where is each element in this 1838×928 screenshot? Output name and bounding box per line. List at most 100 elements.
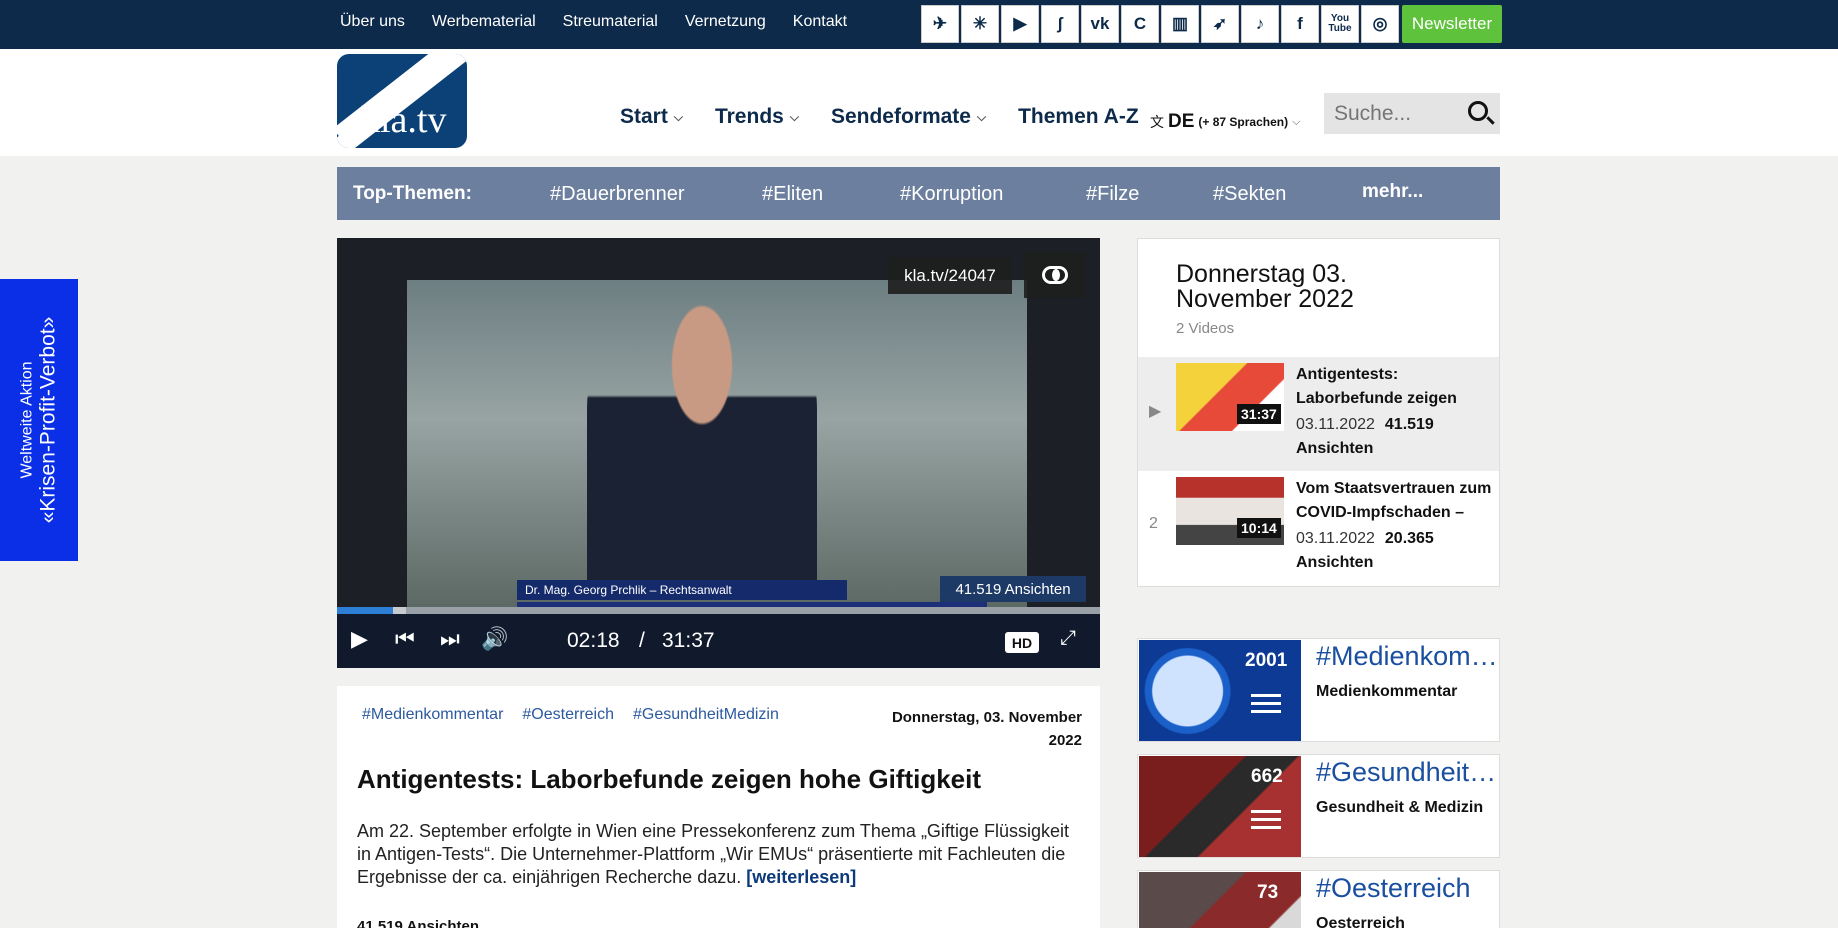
video-progress-fill <box>337 607 393 614</box>
video-player[interactable]: Dr. Mag. Georg Prchlik – Rechtsanwalt An… <box>337 238 1100 668</box>
nav-sendeformate[interactable]: Sendeformate ⌵ <box>831 105 986 129</box>
search-input[interactable] <box>1334 101 1454 126</box>
chevron-down-icon: ⌵ <box>673 109 683 124</box>
category-hashtag[interactable]: #Medienkommentar <box>1316 641 1498 672</box>
top-link-vernetzung[interactable]: Vernetzung <box>685 13 766 31</box>
topic-dauerbrenner[interactable]: #Dauerbrenner <box>550 183 685 206</box>
nav-themen-az-label: Themen A-Z <box>1018 105 1139 128</box>
article: #Medienkommentar #Oesterreich #Gesundhei… <box>337 686 1100 928</box>
playlist-title: Donnerstag 03. November 2022 <box>1176 260 1354 313</box>
tag-medienkommentar[interactable]: #Medienkommentar <box>362 706 503 724</box>
next-icon[interactable]: ⏭ <box>440 628 460 650</box>
category-hashtag[interactable]: #Oesterreich <box>1316 873 1498 904</box>
nav-start[interactable]: Start ⌵ <box>620 105 683 129</box>
article-title: Antigentests: Laborbefunde zeigen hohe G… <box>357 764 982 794</box>
category-card-medienkommentar[interactable]: 2001 #Medienkommentar Medienkommentar <box>1137 638 1500 742</box>
side-banner[interactable]: Weltweite Aktion «Krisen-Profit-Verbot» <box>0 279 78 561</box>
time-separator: / <box>639 629 645 652</box>
video-views-badge: 41.519 Ansichten <box>940 576 1086 602</box>
topic-filze[interactable]: #Filze <box>1086 183 1139 206</box>
library-icon[interactable]: ▥ <box>1161 5 1199 43</box>
language-selector[interactable]: 文 DE (+ 87 Sprachen) ⌵ <box>1150 111 1300 133</box>
video-lower-third-name: Dr. Mag. Georg Prchlik – Rechtsanwalt <box>517 580 847 600</box>
side-banner-text: Weltweite Aktion «Krisen-Profit-Verbot» <box>19 317 60 524</box>
playlist-item[interactable]: 2 10:14 Vom Staatsvertrauen zum COVID-Im… <box>1138 471 1499 585</box>
article-date: Donnerstag, 03. November 2022 <box>891 709 1082 749</box>
search-icon[interactable] <box>1468 101 1488 121</box>
top-link-streumaterial[interactable]: Streumaterial <box>563 13 658 31</box>
vk-icon[interactable]: vk <box>1081 5 1119 43</box>
current-time: 02:18 <box>567 629 620 652</box>
nav-trends[interactable]: Trends ⌵ <box>715 105 799 129</box>
playlist-item-title: Antigentests: Laborbefunde zeigen ho... <box>1296 366 1457 407</box>
side-banner-line1: Weltweite Aktion <box>18 361 36 479</box>
playlist-count: 2 Videos <box>1176 320 1235 337</box>
rss-icon[interactable]: ◎ <box>1361 5 1399 43</box>
category-subtitle: Medienkommentar <box>1316 683 1458 700</box>
topic-more[interactable]: mehr... <box>1362 181 1423 203</box>
category-count: 73 <box>1257 882 1279 903</box>
volume-icon[interactable]: 🔊 <box>481 628 508 650</box>
nav-themen-az[interactable]: Themen A-Z <box>1018 105 1139 129</box>
topic-korruption[interactable]: #Korruption <box>900 183 1003 206</box>
playlist-panel: Donnerstag 03. November 2022 2 Videos ▶ … <box>1137 238 1500 587</box>
main-nav: Start ⌵ Trends ⌵ Sendeformate ⌵ Themen A-Z <box>620 105 1139 129</box>
playlist-item-views: 20.365 <box>1384 530 1434 547</box>
youtube-icon[interactable]: You Tube <box>1321 5 1359 43</box>
article-tags: #Medienkommentar #Oesterreich #Gesundhei… <box>362 706 779 724</box>
tag-oesterreich[interactable]: #Oesterreich <box>522 706 614 724</box>
header <box>0 49 1838 156</box>
chevron-down-icon: ⌵ <box>976 109 987 124</box>
playlist-item-duration: 10:14 <box>1237 518 1281 538</box>
category-card-oesterreich[interactable]: 73 #Oesterreich Oesterreich <box>1137 870 1500 928</box>
hd-button[interactable]: HD <box>1005 632 1039 653</box>
topic-eliten[interactable]: #Eliten <box>762 183 823 206</box>
category-hashtag[interactable]: #GesundheitMedizin <box>1316 757 1498 788</box>
top-link-ueber-uns[interactable]: Über uns <box>340 13 405 31</box>
newsletter-button[interactable]: Newsletter <box>1402 5 1502 43</box>
duration: 31:37 <box>662 629 715 652</box>
previous-icon[interactable]: ⏮ <box>395 628 415 650</box>
top-link-kontakt[interactable]: Kontakt <box>793 13 847 31</box>
playlist-queue-icon <box>1251 810 1281 836</box>
read-more-link[interactable]: [weiterlesen] <box>746 867 856 887</box>
category-count: 2001 <box>1245 650 1288 671</box>
playlist-queue-icon <box>1251 694 1281 720</box>
playlist-item-views-label: Ansichten <box>1296 440 1374 457</box>
play-icon[interactable]: ▶ <box>351 628 368 650</box>
bird-icon[interactable]: ➶ <box>1201 5 1239 43</box>
logo-text: kla.tv <box>361 99 447 141</box>
odysee-icon[interactable]: ʃ <box>1041 5 1079 43</box>
facebook-icon[interactable]: f <box>1281 5 1319 43</box>
language-more: (+ 87 Sprachen) <box>1198 115 1289 129</box>
playlist-item[interactable]: ▶ 31:37 Antigentests: Laborbefunde zeige… <box>1138 357 1499 471</box>
top-link-werbematerial[interactable]: Werbematerial <box>432 13 536 31</box>
playlist-item-title: Vom Staatsvertrauen zum COVID-Impfschade… <box>1296 480 1492 521</box>
tiktok-icon[interactable]: ♪ <box>1241 5 1279 43</box>
chevron-down-icon: ⌵ <box>1292 115 1301 128</box>
nav-sendeformate-label: Sendeformate <box>830 105 971 128</box>
article-views: 41.519 Ansichten <box>357 918 479 928</box>
rumble-icon[interactable]: ▶ <box>1001 5 1039 43</box>
topic-sekten[interactable]: #Sekten <box>1213 183 1286 206</box>
playlist-item-index: 2 <box>1149 515 1158 532</box>
playlist-item-meta: 03.11.2022 20.365 Ansichten <box>1296 527 1496 575</box>
playlist-item-index: ▶ <box>1149 403 1162 420</box>
toggle-icon[interactable] <box>1024 252 1086 298</box>
category-card-gesundheitmedizin[interactable]: 662 #GesundheitMedizin Gesundheit & Medi… <box>1137 754 1500 858</box>
category-thumbnail: 73 <box>1139 872 1301 928</box>
fullscreen-icon[interactable]: ⤢ <box>1060 628 1076 648</box>
article-description: Am 22. September erfolgte in Wien eine P… <box>357 820 1087 889</box>
category-count: 662 <box>1251 766 1283 787</box>
article-description-text: Am 22. September erfolgte in Wien eine P… <box>357 821 1069 887</box>
gab-icon[interactable]: C <box>1121 5 1159 43</box>
tag-gesundheitmedizin[interactable]: #GesundheitMedizin <box>633 706 779 724</box>
playlist-item-duration: 31:37 <box>1237 404 1281 424</box>
telegram-icon[interactable]: ✈ <box>921 5 959 43</box>
video-short-url[interactable]: kla.tv/24047 <box>888 257 1012 294</box>
side-banner-line2: «Krisen-Profit-Verbot» <box>36 316 60 524</box>
playlist-item-views: 41.519 <box>1384 416 1434 433</box>
video-progress-bar[interactable] <box>337 607 1100 614</box>
bitchute-icon[interactable]: ✳ <box>961 5 999 43</box>
site-logo[interactable]: kla.tv <box>337 54 467 148</box>
